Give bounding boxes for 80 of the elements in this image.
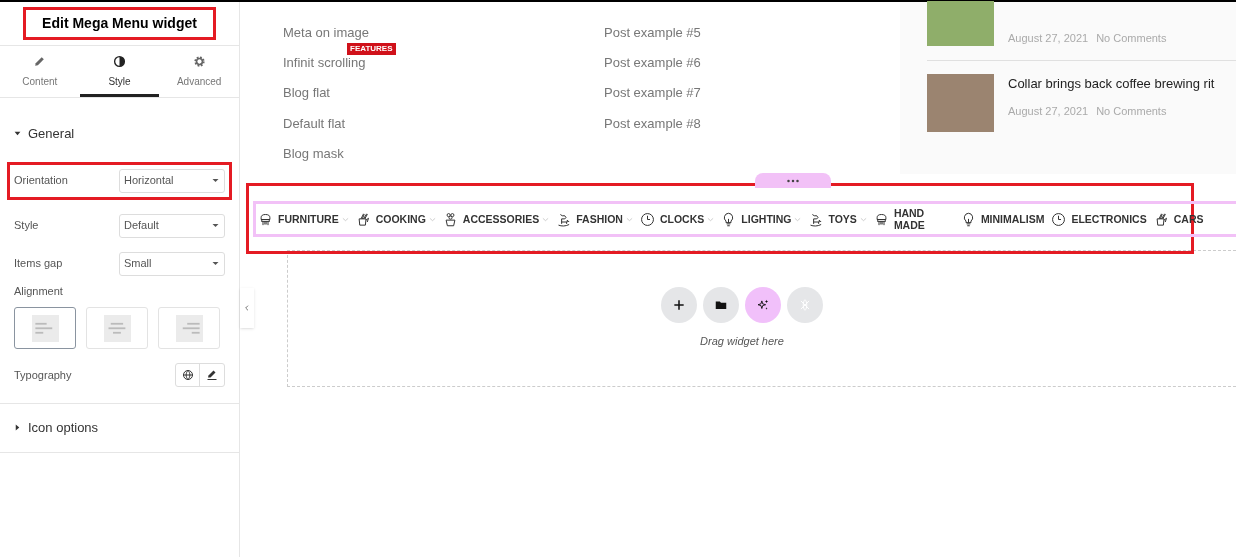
menu-link[interactable]: Default flat xyxy=(283,113,604,134)
menu-link[interactable]: Infinit scrolling xyxy=(283,53,604,73)
ai-button[interactable] xyxy=(745,287,781,324)
pencil-icon xyxy=(33,54,47,68)
chevron-down-icon xyxy=(542,215,550,223)
section-handle[interactable] xyxy=(755,173,831,188)
panel-tab[interactable]: Content xyxy=(0,46,80,97)
post-date: August 27, 2021 xyxy=(1008,103,1089,119)
menu-item[interactable]: LIGHTING xyxy=(721,204,802,234)
menu-link[interactable]: Blog flat xyxy=(283,83,604,103)
caret-icon xyxy=(211,176,220,185)
field-label: Items gap xyxy=(14,256,63,272)
field-label: Alignment xyxy=(14,283,64,299)
field-label: Orientation xyxy=(14,173,68,189)
alignment-icon xyxy=(174,314,204,342)
menu-link[interactable]: Post example #8 xyxy=(604,113,701,134)
select-field[interactable]: Default xyxy=(119,213,225,238)
panel-title: Edit Mega Menu widget xyxy=(23,7,216,40)
menu-item[interactable]: ELECTRONICS xyxy=(1051,204,1147,234)
post-title[interactable]: Collar brings back coffee brewing rit xyxy=(1008,74,1215,94)
chevron-down-icon xyxy=(428,215,436,223)
chevron-down-icon xyxy=(859,215,867,223)
post-date: August 27, 2021 xyxy=(1008,30,1089,46)
menu-link[interactable]: Post example #5 xyxy=(604,23,701,43)
alignment-icon xyxy=(102,314,132,342)
flower-pot-icon xyxy=(442,211,458,227)
handle-dots-icon xyxy=(786,178,800,183)
menu-link[interactable]: Post example #7 xyxy=(604,83,701,103)
gear-icon xyxy=(192,54,206,68)
cross-icon xyxy=(798,298,812,313)
chair-icon xyxy=(873,211,889,227)
rocking-horse-icon xyxy=(808,211,824,227)
caret-icon xyxy=(14,130,21,138)
globe-icon xyxy=(181,369,194,381)
chevron-down-icon xyxy=(707,215,715,223)
clock-icon xyxy=(639,211,655,227)
section-header[interactable]: Icon options xyxy=(14,418,99,438)
alignment-icon xyxy=(30,314,60,342)
caret-icon xyxy=(14,424,21,432)
menu-link[interactable]: Blog mask xyxy=(283,143,604,164)
clock-icon xyxy=(1051,211,1067,227)
plus-icon xyxy=(672,298,686,313)
photo-placeholder xyxy=(927,1,994,46)
drop-hint: Drag widget here xyxy=(700,334,784,350)
chevron-down-icon xyxy=(625,215,633,223)
caret-icon xyxy=(211,259,220,268)
sparkle-icon xyxy=(756,298,770,313)
menu-item[interactable]: MINIMALISM xyxy=(960,204,1045,234)
field-label: Style xyxy=(14,218,39,234)
alignment-option[interactable] xyxy=(14,307,76,349)
chevron-down-icon xyxy=(341,215,349,223)
panel-tab[interactable]: Style xyxy=(79,46,160,97)
rocking-horse-icon xyxy=(556,211,572,227)
template-button[interactable] xyxy=(703,287,739,324)
menu-item[interactable]: COOKING xyxy=(355,204,436,234)
menu-item[interactable]: FASHION xyxy=(556,204,633,234)
menu-link[interactable]: Post example #6 xyxy=(604,53,701,73)
collapse-handle[interactable] xyxy=(240,288,254,328)
pencil-icon xyxy=(206,369,218,381)
knife-block-icon xyxy=(355,211,371,227)
section-header[interactable]: General xyxy=(14,124,75,144)
chevron-left-icon xyxy=(243,303,251,313)
knife-block-icon xyxy=(1153,211,1169,227)
features-badge: FEATURES xyxy=(347,43,396,56)
photo-placeholder xyxy=(927,74,994,132)
field-label: Typography xyxy=(14,367,72,383)
select-field[interactable]: Small xyxy=(119,251,225,276)
contrast-icon xyxy=(113,54,126,68)
menu-item[interactable]: HAND MADE xyxy=(873,204,954,234)
menu-item[interactable]: ACCESSORIES xyxy=(442,204,550,234)
chair-icon xyxy=(258,211,273,227)
caret-icon xyxy=(211,221,220,230)
menu-item[interactable]: CLOCKS xyxy=(639,204,715,234)
panel-tab[interactable]: Advanced xyxy=(159,46,239,97)
menu-item[interactable]: TOYS xyxy=(808,204,867,234)
add-button[interactable] xyxy=(661,287,697,324)
select-field[interactable]: Horizontal xyxy=(119,168,225,193)
chevron-down-icon xyxy=(794,215,802,223)
menu-link[interactable]: Meta on image xyxy=(283,23,604,43)
menu-item[interactable]: FURNITURE xyxy=(258,204,349,234)
